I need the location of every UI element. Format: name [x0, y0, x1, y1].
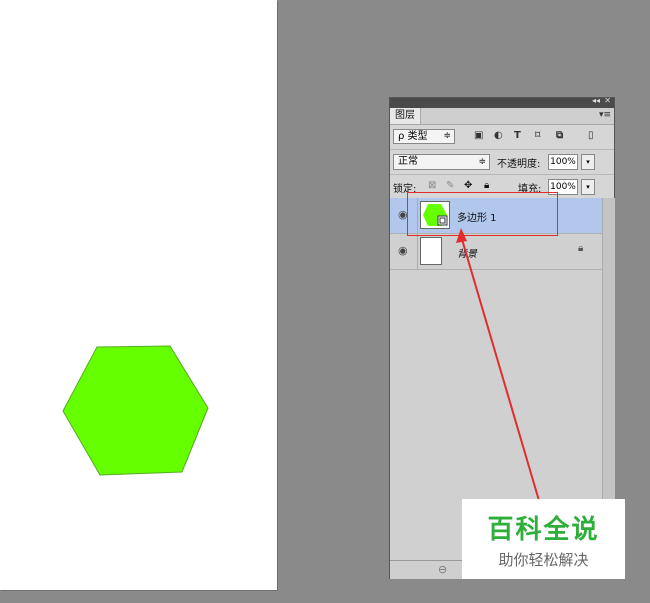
filter-type-label: ρ 类型 — [398, 131, 428, 142]
tab-layers[interactable]: 图层 — [390, 108, 421, 124]
shape-filter-icon[interactable]: ⌑ — [535, 130, 540, 141]
adjustment-filter-icon[interactable]: ◐ — [494, 130, 503, 141]
watermark-logo: 百科全说 助你轻松解决 — [462, 499, 625, 579]
filter-toggle-icon[interactable]: ▯ — [588, 130, 594, 141]
image-filter-icon[interactable]: ▣ — [474, 130, 483, 141]
highlight-box — [407, 192, 558, 236]
select-arrow-icon: ≑ — [443, 131, 451, 141]
watermark-subtitle: 助你轻松解决 — [498, 551, 589, 569]
collapse-icon[interactable]: ◂◂ — [592, 96, 600, 105]
lock-pixels-icon[interactable]: ✎ — [446, 180, 454, 191]
blend-mode-select[interactable]: 正常 ≑ — [393, 154, 490, 170]
visibility-eye-icon[interactable]: ◉ — [398, 244, 408, 257]
smart-object-filter-icon[interactable]: ⧉ — [556, 130, 563, 141]
divider — [417, 234, 418, 269]
watermark-title: 百科全说 — [487, 515, 600, 545]
opacity-label: 不透明度: — [497, 159, 541, 170]
type-filter-icon[interactable]: T — [514, 130, 521, 141]
filter-row: ρ 类型 ≑ ▣ ◐ T ⌑ ⧉ ▯ — [390, 125, 614, 150]
lock-all-icon[interactable]: 🔒︎ — [484, 180, 489, 191]
hexagon-shape[interactable] — [60, 344, 210, 476]
opacity-input[interactable]: 100% — [548, 154, 578, 170]
layer-name: 背景 — [457, 249, 477, 260]
blend-mode-value: 正常 — [398, 156, 418, 167]
document-canvas[interactable] — [0, 0, 277, 590]
layer-thumbnail — [420, 237, 442, 265]
lock-transparent-icon[interactable]: ⊠ — [428, 180, 436, 191]
panel-tab-row: 图层 ▾≡ — [390, 108, 614, 125]
lock-icon: 🔒︎ — [578, 243, 584, 254]
panel-title-bar[interactable]: ◂◂ ✕ — [390, 96, 614, 108]
filter-type-select[interactable]: ρ 类型 ≑ — [393, 129, 455, 144]
blend-row: 正常 ≑ 不透明度: 100% ▾ — [390, 150, 614, 175]
layer-row-background[interactable]: ◉ 背景 🔒︎ — [390, 234, 602, 270]
lock-position-icon[interactable]: ✥ — [464, 180, 472, 191]
panel-menu-icon[interactable]: ▾≡ — [599, 108, 611, 123]
link-layers-icon[interactable]: ⊖ — [438, 563, 447, 576]
fill-dropdown-button[interactable]: ▾ — [581, 179, 595, 195]
close-icon[interactable]: ✕ — [604, 96, 611, 105]
select-arrow-icon: ≑ — [478, 157, 486, 167]
opacity-dropdown-button[interactable]: ▾ — [581, 154, 595, 170]
